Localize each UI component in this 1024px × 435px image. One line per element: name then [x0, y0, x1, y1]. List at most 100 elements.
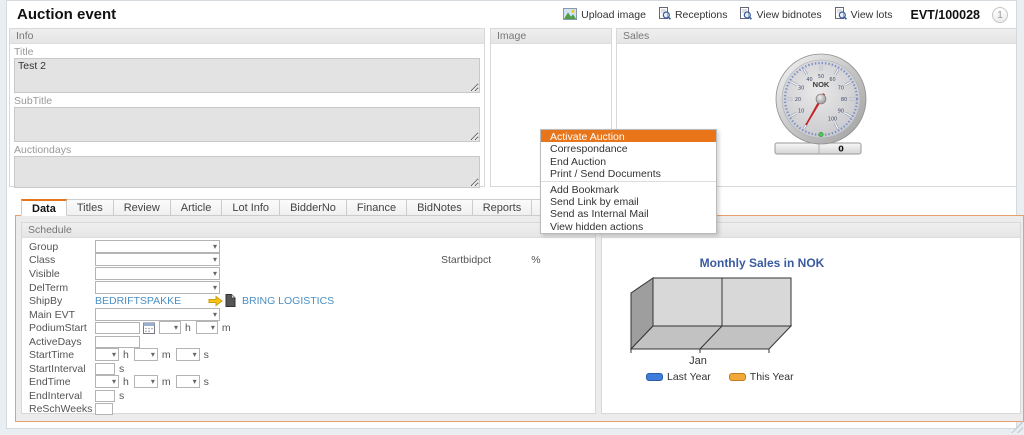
- tab-data[interactable]: Data: [21, 199, 67, 216]
- gauge-unit-label: NOK: [813, 80, 830, 89]
- endtime-label: EndTime: [29, 376, 95, 388]
- menu-item-print-send-documents[interactable]: Print / Send Documents: [541, 167, 716, 179]
- image-panel-header: Image: [491, 29, 611, 44]
- resize-grip[interactable]: [1011, 421, 1023, 433]
- starttime-minute-select[interactable]: ▾: [134, 348, 158, 361]
- gauge-base: [775, 143, 861, 154]
- menu-item-send-as-internal-mail[interactable]: Send as Internal Mail: [541, 207, 716, 219]
- form-row-shipby: ShipBy BEDRIFTSPAKKE BRING LOGISTICS: [29, 294, 591, 308]
- magnifier-document-icon: [834, 7, 847, 23]
- info-panel: Info Title Test 2 SubTitle Auctiondays: [9, 28, 485, 187]
- reschweeks-label: ReSchWeeks: [29, 403, 95, 415]
- app-window: Auction event Upload image Receptions Vi…: [6, 0, 1017, 429]
- startbidpct-label: Startbidpct: [441, 254, 491, 266]
- delterm-select[interactable]: ▾: [95, 281, 220, 294]
- toolbar-label: Upload image: [581, 9, 646, 21]
- chart-category-label: Jan: [689, 355, 707, 367]
- legend-item-this-year: This Year: [729, 371, 794, 383]
- endtime-hour-select[interactable]: ▾: [95, 375, 119, 388]
- form-row-group: Group ▾: [29, 240, 591, 254]
- class-label: Class: [29, 254, 95, 266]
- form-row-endtime: EndTime ▾ h ▾ m ▾ s: [29, 375, 591, 389]
- main-evt-select[interactable]: ▾: [95, 308, 220, 321]
- second-unit: s: [119, 390, 124, 402]
- tab-reports[interactable]: Reports: [473, 199, 533, 216]
- legend-swatch: [729, 373, 746, 381]
- tab-titles[interactable]: Titles: [67, 199, 114, 216]
- starttime-hour-select[interactable]: ▾: [95, 348, 119, 361]
- view-bidnotes-button[interactable]: View bidnotes: [739, 7, 821, 23]
- endtime-minute-select[interactable]: ▾: [134, 375, 158, 388]
- minute-unit: m: [162, 349, 171, 361]
- view-lots-button[interactable]: View lots: [834, 7, 893, 23]
- menu-item-add-bookmark[interactable]: Add Bookmark: [541, 183, 716, 195]
- group-select[interactable]: ▾: [95, 240, 220, 253]
- tab-bidderno[interactable]: BidderNo: [280, 199, 347, 216]
- podiumstart-minute-select[interactable]: ▾: [196, 321, 218, 334]
- chevron-down-icon: ▾: [193, 375, 197, 388]
- toolbar-label: View lots: [851, 9, 893, 21]
- chevron-down-icon: ▾: [193, 348, 197, 361]
- title-textarea[interactable]: Test 2: [14, 58, 480, 93]
- page-title: Auction event: [17, 6, 116, 23]
- chevron-down-icon: ▾: [151, 375, 155, 388]
- podiumstart-date-input[interactable]: [95, 322, 140, 334]
- svg-text:20: 20: [795, 97, 801, 103]
- startbidpct-field: Startbidpct %: [441, 253, 541, 267]
- menu-item-end-auction[interactable]: End Auction: [541, 155, 716, 167]
- tab-review[interactable]: Review: [114, 199, 171, 216]
- form-row-delterm: DelTerm ▾: [29, 281, 591, 295]
- visible-select[interactable]: ▾: [95, 267, 220, 280]
- menu-item-view-hidden-actions[interactable]: View hidden actions: [541, 220, 716, 232]
- podiumstart-hour-select[interactable]: ▾: [159, 321, 181, 334]
- reschweeks-input[interactable]: [95, 403, 113, 415]
- class-select[interactable]: ▾: [95, 253, 220, 266]
- gauge-hub: [816, 94, 826, 104]
- count-badge[interactable]: 1: [992, 7, 1008, 23]
- auctiondays-textarea[interactable]: [14, 156, 480, 188]
- carrier-link[interactable]: BRING LOGISTICS: [242, 295, 334, 307]
- legend-item-last-year: Last Year: [646, 371, 711, 383]
- delterm-label: DelTerm: [29, 282, 95, 294]
- tab-article[interactable]: Article: [171, 199, 223, 216]
- subtitle-textarea[interactable]: [14, 107, 480, 142]
- info-panel-header: Info: [10, 29, 484, 44]
- shipby-icons: BRING LOGISTICS: [208, 294, 334, 307]
- chevron-down-icon: ▾: [112, 348, 116, 361]
- hour-unit: h: [123, 349, 129, 361]
- menu-item-correspondance[interactable]: Correspondance: [541, 142, 716, 154]
- receptions-button[interactable]: Receptions: [658, 7, 728, 23]
- menu-item-activate-auction[interactable]: Activate Auction: [541, 130, 716, 142]
- image-icon: [563, 8, 577, 23]
- tab-finance[interactable]: Finance: [347, 199, 407, 216]
- go-arrow-icon[interactable]: [208, 295, 223, 307]
- startinterval-label: StartInterval: [29, 363, 95, 375]
- shipby-label: ShipBy: [29, 295, 95, 307]
- form-row-activedays: ActiveDays: [29, 335, 591, 349]
- podiumstart-label: PodiumStart: [29, 322, 95, 334]
- tab-lot-info[interactable]: Lot Info: [222, 199, 280, 216]
- startinterval-input[interactable]: [95, 363, 115, 375]
- document-icon[interactable]: [225, 294, 236, 307]
- starttime-second-select[interactable]: ▾: [176, 348, 200, 361]
- svg-text:50: 50: [818, 74, 824, 80]
- upload-image-button[interactable]: Upload image: [563, 8, 646, 23]
- shipby-link[interactable]: BEDRIFTSPAKKE: [95, 295, 181, 307]
- minute-unit: m: [222, 322, 231, 334]
- chevron-down-icon: ▾: [174, 321, 178, 334]
- activedays-input[interactable]: [95, 336, 140, 348]
- calendar-icon[interactable]: [143, 322, 155, 334]
- sales-gauge: 102030405060708090100 NOK 0: [759, 47, 883, 159]
- sales-chart-section: Sales Monthly Sales in NOK Jan Last Year: [601, 222, 1021, 414]
- form-row-visible: Visible ▾: [29, 267, 591, 281]
- main-evt-label: Main EVT: [29, 309, 95, 321]
- schedule-form: Group ▾ Class ▾ Visible ▾ DelTerm ▾ Ship…: [22, 238, 595, 414]
- endtime-second-select[interactable]: ▾: [176, 375, 200, 388]
- tab-bidnotes[interactable]: BidNotes: [407, 199, 473, 216]
- subtitle-field-label: SubTitle: [14, 95, 484, 107]
- hour-unit: h: [123, 376, 129, 388]
- form-row-podiumstart: PodiumStart ▾ h ▾ m: [29, 321, 591, 335]
- menu-item-send-link-by-email[interactable]: Send Link by email: [541, 195, 716, 207]
- sales-chart-body: Monthly Sales in NOK Jan Last Year This …: [602, 238, 1020, 414]
- endinterval-input[interactable]: [95, 390, 115, 402]
